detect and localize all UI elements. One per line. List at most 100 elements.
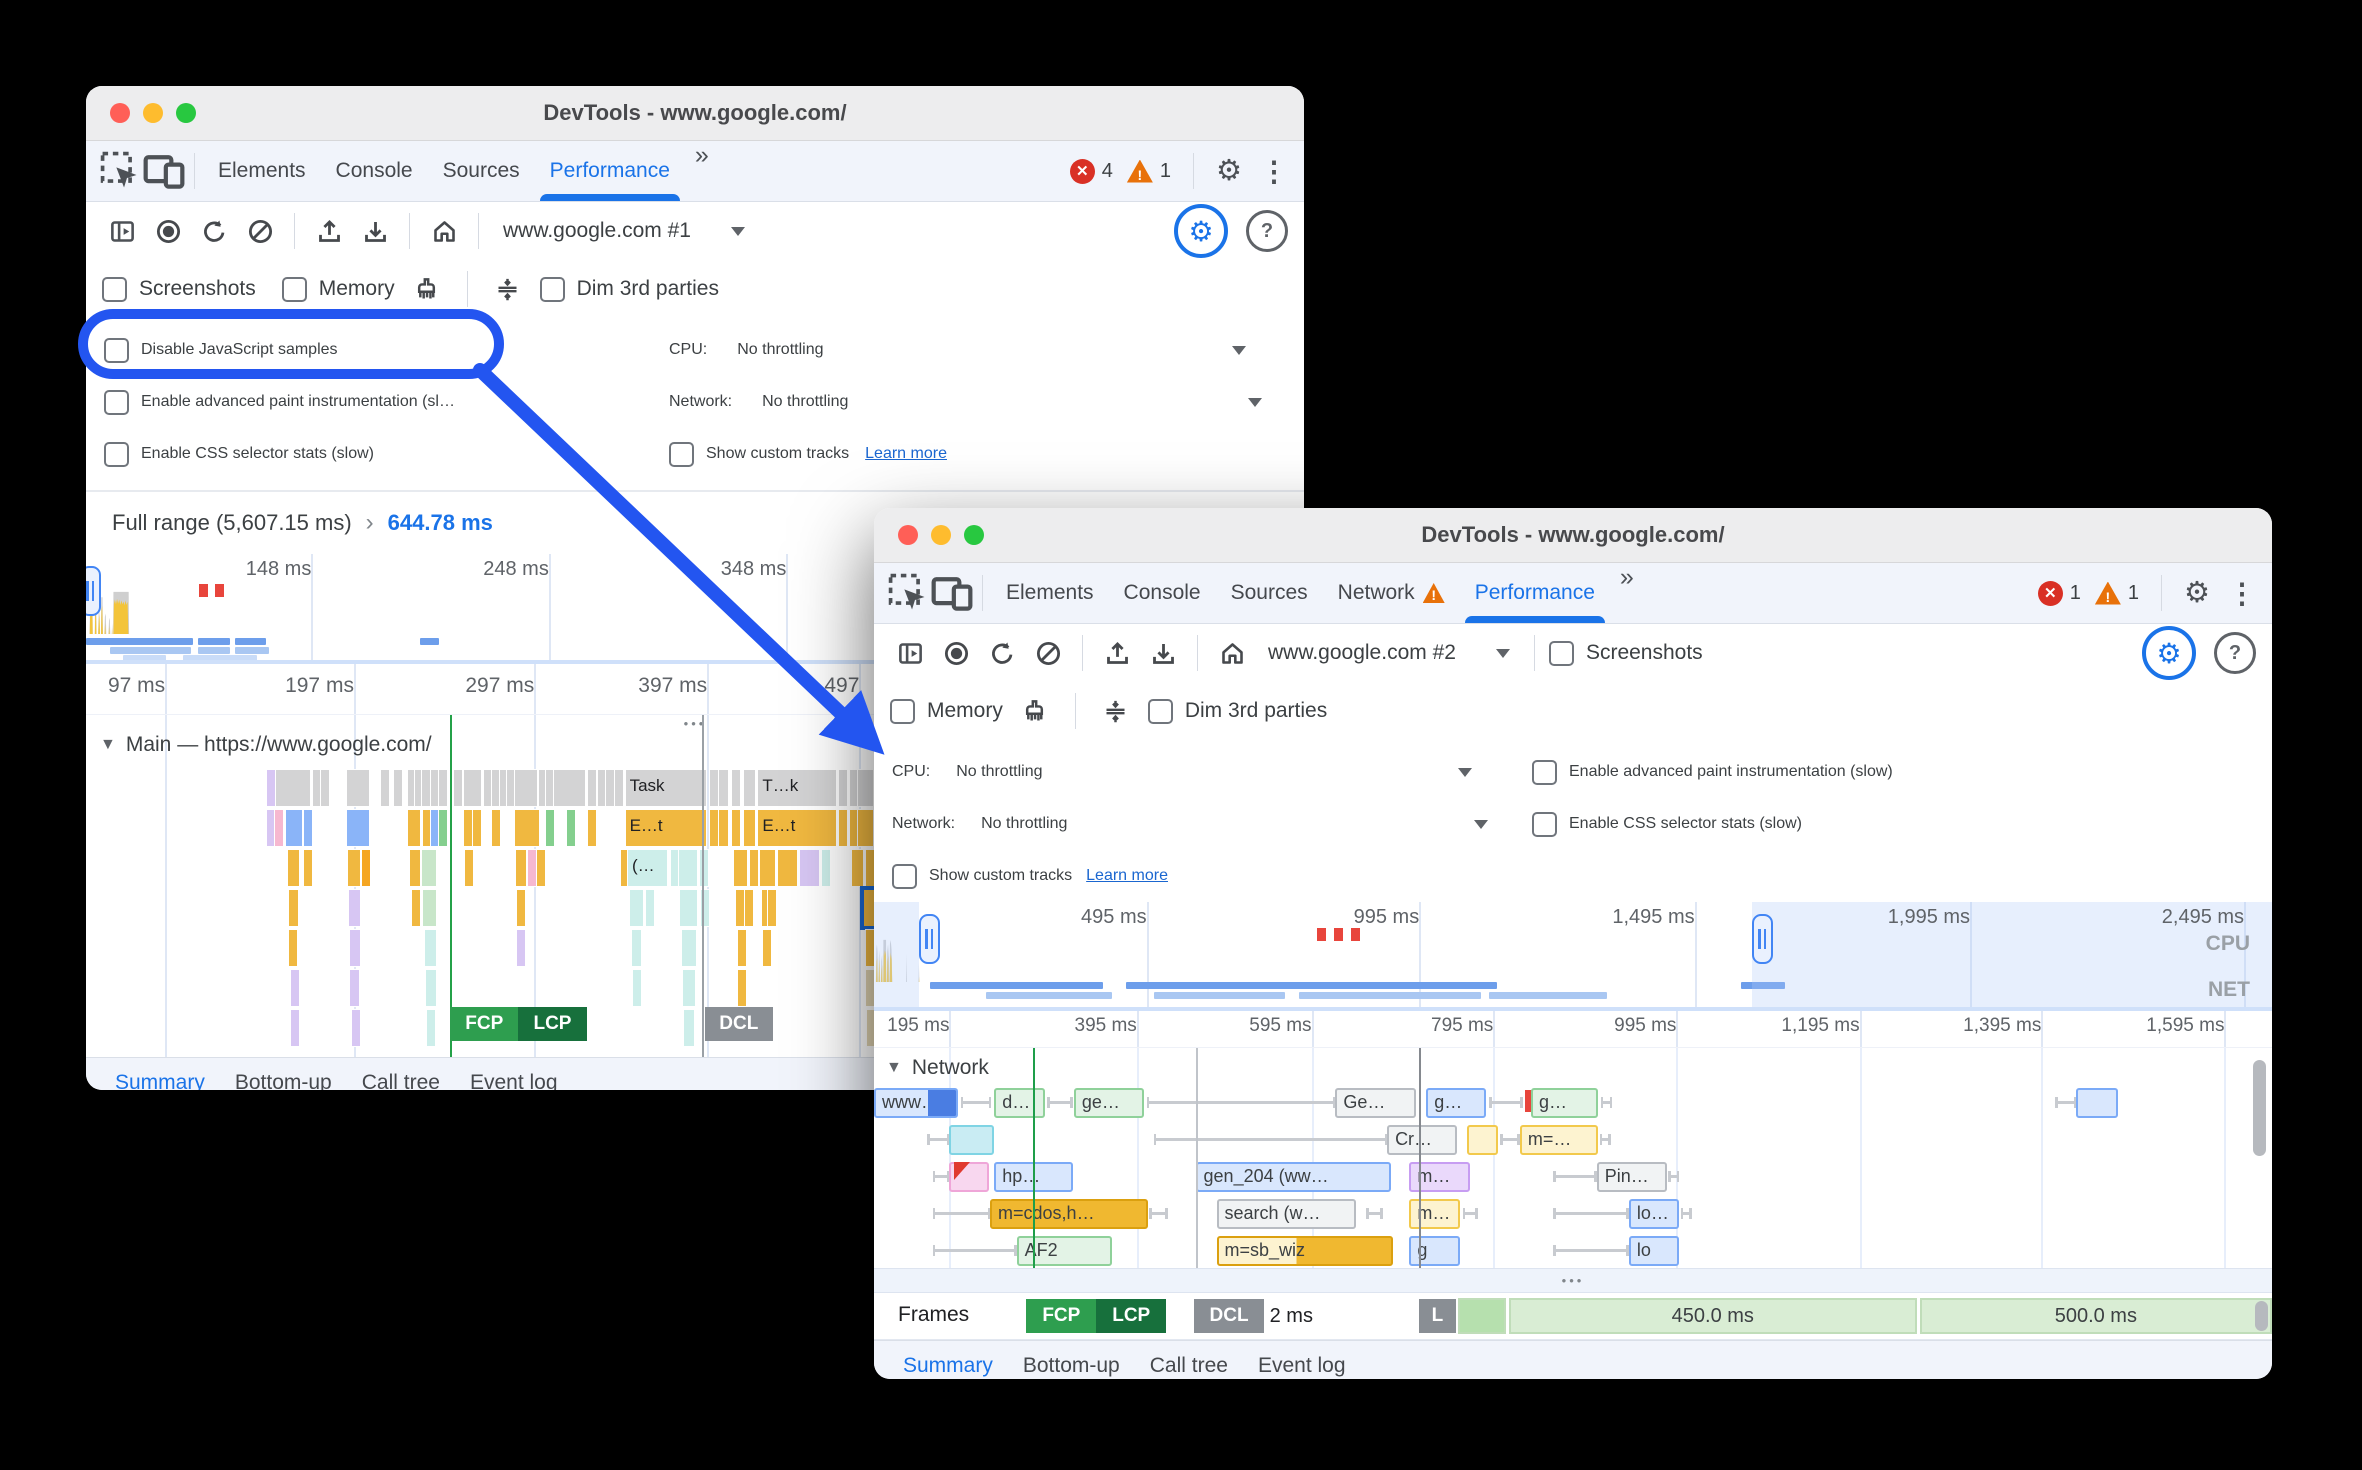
flame-block[interactable] — [515, 770, 537, 806]
request-block[interactable]: AF2 — [1017, 1236, 1112, 1266]
collect-garbage-icon[interactable] — [407, 269, 447, 309]
flame-block[interactable] — [464, 810, 472, 846]
flame-block[interactable] — [866, 850, 874, 886]
flame-block[interactable] — [630, 890, 642, 926]
show-custom-tracks-checkbox[interactable]: Show custom tracks — [892, 864, 1072, 889]
help-icon[interactable]: ? — [2214, 632, 2256, 674]
history-dropdown[interactable]: www.google.com #1 — [493, 219, 755, 243]
request-block[interactable]: g — [1409, 1236, 1459, 1266]
request-block[interactable] — [1467, 1125, 1498, 1155]
flame-block[interactable] — [768, 890, 776, 926]
request-block[interactable]: m=cdos,h… — [990, 1199, 1148, 1229]
flame-block[interactable] — [425, 930, 436, 966]
collect-garbage-icon[interactable] — [1015, 691, 1055, 731]
flame-block[interactable] — [598, 770, 606, 806]
flame-block[interactable] — [304, 810, 312, 846]
flame-block[interactable] — [291, 970, 299, 1006]
flame-block[interactable]: (… — [628, 850, 667, 886]
flame-block[interactable] — [431, 810, 439, 846]
flame-block[interactable] — [410, 850, 420, 886]
tab-event-log[interactable]: Event log — [1243, 1341, 1361, 1379]
flame-block[interactable] — [615, 770, 623, 806]
dim-3rd-parties-checkbox[interactable]: Dim 3rd parties — [1148, 699, 1327, 724]
learn-more-link[interactable]: Learn more — [865, 445, 947, 463]
tab-call-tree[interactable]: Call tree — [1135, 1341, 1243, 1379]
close-window-button[interactable] — [898, 525, 918, 545]
advanced-paint-checkbox[interactable]: Enable advanced paint instrumentation (s… — [1532, 760, 1893, 785]
minimize-window-button[interactable] — [143, 103, 163, 123]
flame-block[interactable] — [679, 850, 697, 886]
tab-call-tree[interactable]: Call tree — [347, 1058, 455, 1090]
request-block[interactable]: g… — [1531, 1088, 1598, 1118]
flame-block[interactable] — [347, 770, 369, 806]
flame-block[interactable] — [517, 930, 525, 966]
flame-block[interactable] — [858, 810, 873, 846]
flame-block[interactable] — [348, 850, 360, 886]
request-block[interactable] — [949, 1125, 994, 1155]
request-block[interactable]: Cr… — [1387, 1125, 1457, 1155]
flame-block[interactable] — [738, 970, 746, 1006]
tab-bottom-up[interactable]: Bottom-up — [220, 1058, 347, 1090]
flame-block[interactable] — [516, 850, 526, 886]
flame-block[interactable] — [275, 810, 283, 846]
flame-block[interactable] — [710, 770, 718, 806]
tab-console[interactable]: Console — [1109, 563, 1216, 623]
titlebar[interactable]: DevTools - www.google.com/ — [86, 86, 1304, 141]
vertical-scrollbar[interactable] — [2253, 1060, 2266, 1156]
flame-block[interactable] — [528, 850, 536, 886]
tab-console[interactable]: Console — [321, 141, 428, 201]
dim-3rd-parties-checkbox[interactable]: Dim 3rd parties — [540, 277, 719, 302]
flame-block[interactable] — [289, 890, 298, 926]
css-selector-stats-checkbox[interactable]: Enable CSS selector stats (slow) — [1532, 812, 1802, 837]
network-throttling-select[interactable]: Network: No throttling — [892, 812, 1532, 836]
capture-settings-gear-icon[interactable]: ⚙ — [1174, 204, 1228, 258]
flame-block[interactable] — [606, 770, 614, 806]
tab-sources[interactable]: Sources — [1216, 563, 1323, 623]
flame-block[interactable] — [719, 770, 728, 806]
flame-block[interactable] — [822, 850, 830, 886]
flame-block[interactable] — [465, 850, 473, 886]
flame-block[interactable] — [546, 810, 554, 846]
device-toolbar-icon[interactable] — [142, 151, 186, 191]
flame-block[interactable] — [349, 890, 360, 926]
flame-block[interactable] — [537, 850, 545, 886]
error-badge[interactable]: ✕1 — [2038, 581, 2081, 606]
inspect-icon[interactable] — [98, 151, 142, 191]
clear-icon[interactable] — [240, 211, 280, 251]
tab-performance[interactable]: Performance — [535, 141, 685, 201]
warning-badge[interactable]: !1 — [2095, 582, 2139, 605]
flame-block[interactable] — [267, 770, 275, 806]
main-track-header[interactable]: ▼ Main — https://www.google.com/ — [100, 733, 432, 757]
frame-bar[interactable] — [1458, 1298, 1506, 1334]
panel-sidebar-icon[interactable] — [890, 633, 930, 673]
zoom-window-button[interactable] — [176, 103, 196, 123]
network-track-header[interactable]: ▼ Network — [886, 1056, 989, 1080]
flame-block[interactable] — [732, 810, 740, 846]
request-block[interactable]: Pin… — [1597, 1162, 1667, 1192]
screenshots-checkbox[interactable]: Screenshots — [102, 277, 256, 302]
reload-record-icon[interactable] — [982, 633, 1022, 673]
shortcuts-dialog-icon[interactable] — [488, 269, 528, 309]
tab-sources[interactable]: Sources — [428, 141, 535, 201]
home-icon[interactable] — [1212, 633, 1252, 673]
flame-block[interactable] — [744, 810, 755, 846]
tab-event-log[interactable]: Event log — [455, 1058, 573, 1090]
flame-block[interactable] — [321, 770, 329, 806]
error-badge[interactable]: ✕4 — [1070, 159, 1113, 184]
flame-block[interactable]: E…t — [758, 810, 836, 846]
tab-elements[interactable]: Elements — [991, 563, 1109, 623]
flame-block[interactable] — [866, 930, 874, 966]
full-range-crumb[interactable]: Full range (5,607.15 ms) — [112, 510, 352, 536]
frames-track[interactable]: Frames 450.0 ms500.0 msFCPLCPDCLL2 ms — [874, 1293, 2272, 1340]
selection-handle[interactable] — [1752, 914, 1773, 964]
flame-block[interactable] — [347, 810, 369, 846]
memory-checkbox[interactable]: Memory — [282, 277, 395, 302]
flame-block[interactable] — [839, 770, 848, 806]
flame-block[interactable] — [381, 770, 389, 806]
css-selector-stats-checkbox[interactable]: Enable CSS selector stats (slow) — [104, 442, 669, 467]
zoom-window-button[interactable] — [964, 525, 984, 545]
flame-block[interactable] — [350, 930, 360, 966]
more-tabs-icon[interactable]: » — [1610, 563, 1644, 623]
flame-block[interactable] — [866, 970, 874, 1006]
advanced-paint-checkbox[interactable]: Enable advanced paint instrumentation (s… — [104, 390, 669, 415]
